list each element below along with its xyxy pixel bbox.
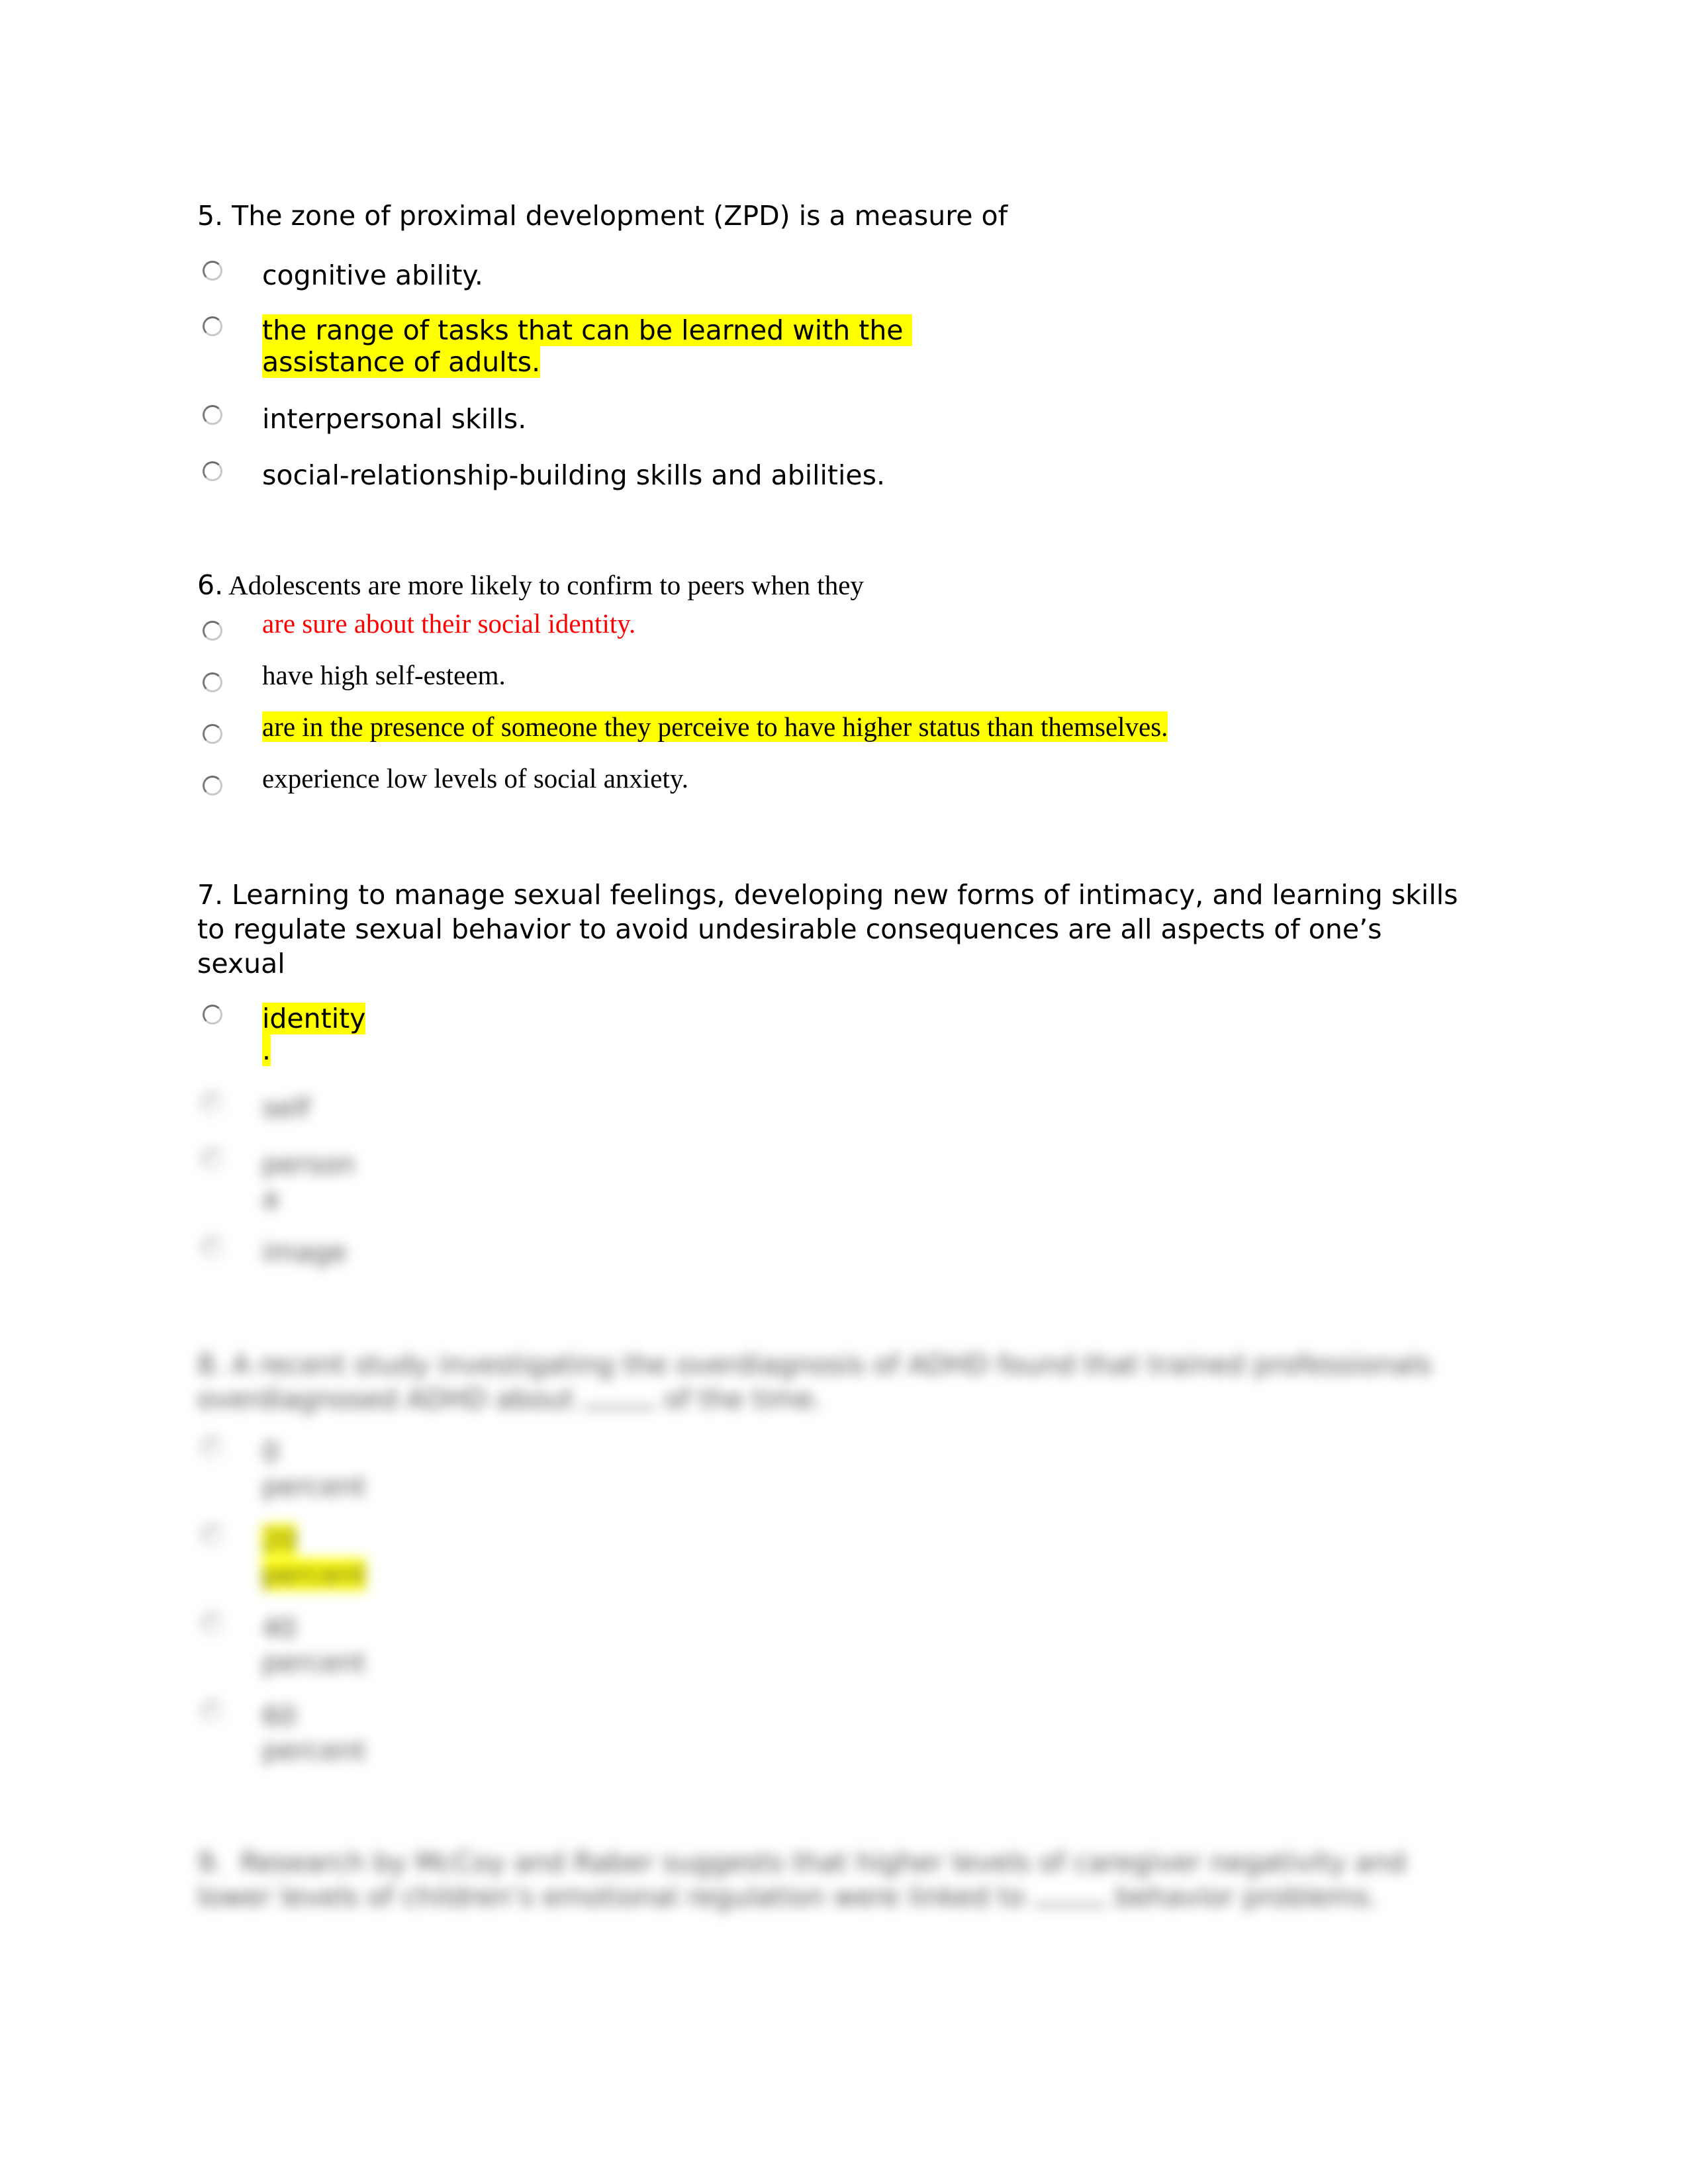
question-text-line: 7. Learning to manage sexual feelings, d… bbox=[197, 879, 1458, 911]
option-8d: 60 percent bbox=[262, 1699, 366, 1768]
radio-button-icon[interactable] bbox=[203, 1150, 222, 1169]
highlighted-answer: are in the presence of someone they perc… bbox=[262, 711, 1168, 742]
question-text-line: sexual bbox=[197, 948, 285, 979]
option-5a: cognitive ability. bbox=[262, 259, 483, 291]
question-5-title: 5. The zone of proximal development (ZPD… bbox=[197, 199, 1008, 233]
option-8b: 20 percent bbox=[262, 1523, 367, 1592]
radio-button-icon[interactable] bbox=[203, 461, 222, 481]
option-line: percent bbox=[262, 1471, 367, 1502]
option-7a: identity. bbox=[262, 1003, 366, 1066]
option-6a: are sure about their social identity. bbox=[262, 608, 636, 639]
option-line: a bbox=[262, 1183, 279, 1214]
option-line: percent bbox=[262, 1647, 367, 1678]
option-8a: 0 percent bbox=[262, 1435, 366, 1504]
answer-blank bbox=[1033, 1904, 1107, 1906]
option-7c: person a bbox=[262, 1147, 355, 1216]
option-6b: have high self-esteem. bbox=[262, 660, 506, 690]
highlighted-answer: 20 bbox=[262, 1524, 297, 1556]
option-7d: image bbox=[262, 1236, 347, 1268]
radio-button-icon[interactable] bbox=[203, 621, 222, 641]
option-5c: interpersonal skills. bbox=[262, 403, 527, 435]
radio-button-icon[interactable] bbox=[203, 1437, 222, 1457]
option-line: 60 bbox=[262, 1700, 297, 1732]
option-line: 0 bbox=[262, 1436, 280, 1468]
option-5b: the range of tasks that can be learned w… bbox=[262, 314, 912, 378]
radio-button-icon[interactable] bbox=[203, 1525, 222, 1545]
radio-button-icon[interactable] bbox=[203, 316, 222, 336]
option-5d: social-relationship-building skills and … bbox=[262, 459, 885, 491]
radio-button-icon[interactable] bbox=[203, 1005, 222, 1024]
highlighted-answer: the range of tasks that can be learned w… bbox=[262, 314, 912, 346]
question-text-line: lower levels of children’s emotional reg… bbox=[197, 1881, 1025, 1913]
question-text-line: overdiagnosed ADHD about bbox=[197, 1383, 575, 1415]
question-9-title: 9. Research by McCoy and Raber suggests … bbox=[197, 1845, 1406, 1914]
option-6d: experience low levels of social anxiety. bbox=[262, 763, 688, 794]
option-6c: are in the presence of someone they perc… bbox=[262, 711, 1168, 743]
option-line: percent bbox=[262, 1735, 367, 1766]
option-8c: 40 percent bbox=[262, 1611, 366, 1680]
question-text-line: 9. Research by McCoy and Raber suggests … bbox=[197, 1846, 1406, 1878]
highlighted-answer: assistance of adults. bbox=[262, 346, 541, 378]
question-7-title: 7. Learning to manage sexual feelings, d… bbox=[197, 878, 1458, 981]
option-line: 40 bbox=[262, 1612, 297, 1644]
question-text-line: of the time. bbox=[664, 1383, 822, 1415]
radio-button-icon[interactable] bbox=[203, 405, 222, 425]
question-number: 5. bbox=[197, 200, 224, 232]
question-text-line: 8. A recent study investigating the over… bbox=[197, 1349, 1432, 1381]
highlighted-answer: . bbox=[262, 1034, 271, 1066]
radio-button-icon[interactable] bbox=[203, 1702, 222, 1721]
question-text: Adolescents are more likely to confirm t… bbox=[223, 570, 864, 600]
highlighted-answer: percent bbox=[262, 1559, 367, 1590]
question-number: 6. bbox=[197, 569, 224, 601]
radio-button-icon[interactable] bbox=[203, 1238, 222, 1257]
radio-button-icon[interactable] bbox=[203, 261, 222, 281]
radio-button-icon[interactable] bbox=[203, 672, 222, 692]
question-8-title: 8. A recent study investigating the over… bbox=[197, 1347, 1432, 1416]
question-text: The zone of proximal development (ZPD) i… bbox=[223, 200, 1008, 232]
radio-button-icon[interactable] bbox=[203, 1093, 222, 1113]
radio-button-icon[interactable] bbox=[203, 724, 222, 744]
radio-button-icon[interactable] bbox=[203, 776, 222, 796]
option-7b: self bbox=[262, 1092, 310, 1124]
question-6-title: 6. Adolescents are more likely to confir… bbox=[197, 569, 864, 601]
radio-button-icon[interactable] bbox=[203, 1614, 222, 1633]
option-line: person bbox=[262, 1148, 355, 1180]
question-text-line: behavior problems. bbox=[1115, 1881, 1378, 1913]
answer-blank bbox=[583, 1406, 656, 1408]
question-text-line: to regulate sexual behavior to avoid und… bbox=[197, 913, 1382, 945]
highlighted-answer: identity bbox=[262, 1003, 366, 1034]
